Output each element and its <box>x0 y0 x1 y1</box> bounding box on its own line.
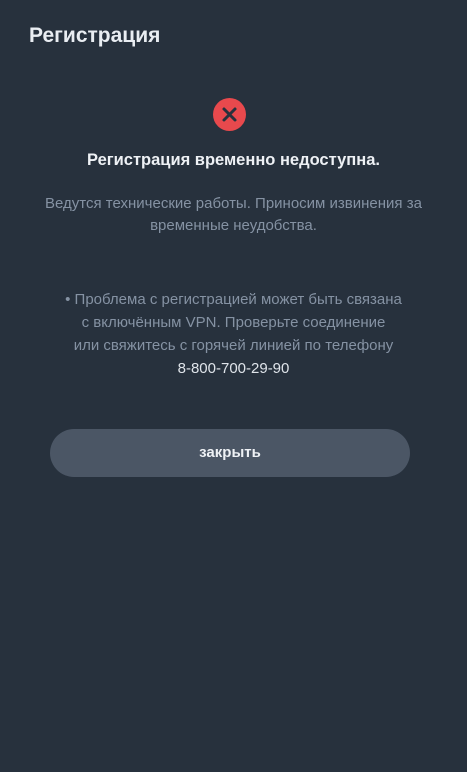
modal-title: Регистрация <box>29 24 161 47</box>
vpn-note-line-3: или свяжитесь с горячей линией по телефо… <box>73 337 394 354</box>
vpn-note-line-1: • Проблема с регистрацией может быть свя… <box>65 291 402 308</box>
registration-modal: Регистрация Регистрация временно недосту… <box>0 0 467 772</box>
vpn-note-line-2: с включённым VPN. Проверьте соединение <box>81 314 386 331</box>
hotline-phone: 8-800-700-29-90 <box>177 360 290 377</box>
close-button[interactable]: закрыть <box>50 429 410 477</box>
vpn-note: • Проблема с регистрацией может быть свя… <box>20 288 447 380</box>
error-heading: Регистрация временно недоступна. <box>87 151 380 169</box>
error-description: Ведутся технические работы. Приносим изв… <box>45 195 422 234</box>
error-icon <box>213 98 246 131</box>
